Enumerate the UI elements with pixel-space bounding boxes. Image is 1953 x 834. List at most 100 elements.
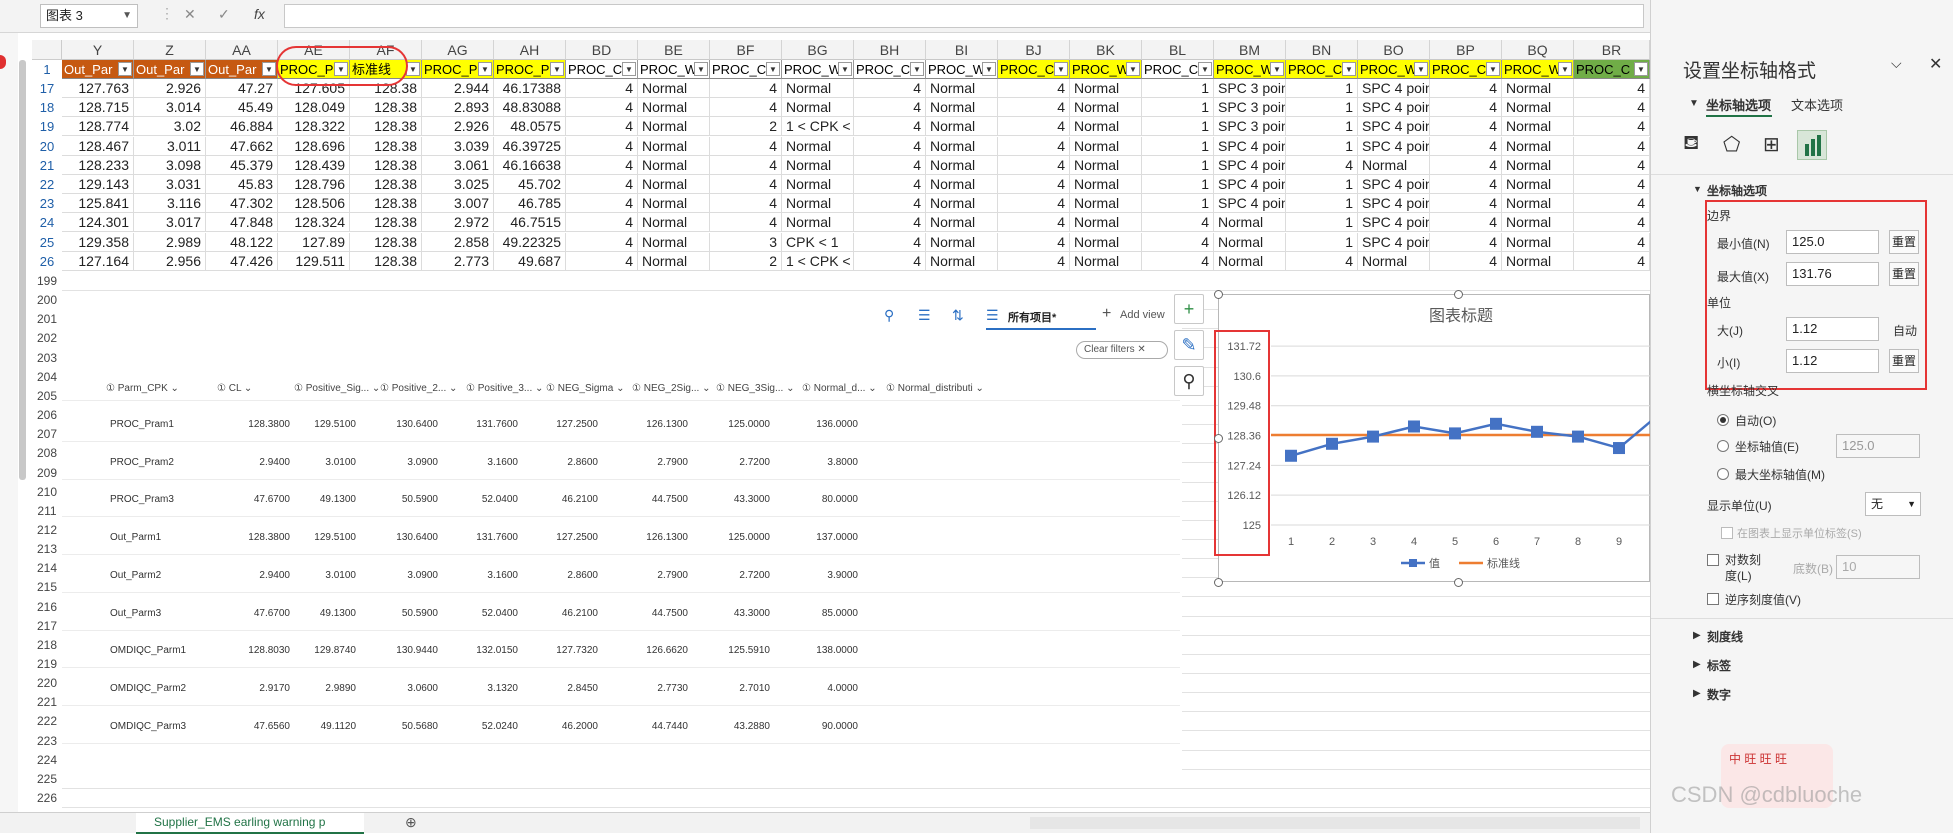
header-cell[interactable]: PROC_W ▼ bbox=[1358, 60, 1430, 79]
table-cell[interactable]: 4 bbox=[854, 155, 926, 175]
row-header[interactable]: 206 bbox=[32, 406, 62, 425]
table-cell[interactable]: 4 bbox=[1430, 213, 1502, 233]
table-cell[interactable]: 129.358 bbox=[62, 232, 134, 252]
table-cell[interactable]: 128.715 bbox=[62, 98, 134, 118]
filter-dropdown-icon[interactable]: ▼ bbox=[982, 62, 996, 76]
data-row-value[interactable]: 2.8600 bbox=[542, 570, 598, 581]
table-cell[interactable]: Normal bbox=[1070, 117, 1142, 137]
table-cell[interactable]: SPC 4 poin bbox=[1358, 175, 1430, 194]
table-cell[interactable]: 4 bbox=[566, 194, 638, 214]
row-header[interactable]: 18 bbox=[32, 98, 62, 117]
table-cell[interactable]: 127.164 bbox=[62, 251, 134, 271]
table-cell[interactable]: Normal bbox=[1502, 155, 1574, 175]
table-cell[interactable]: Normal bbox=[1358, 251, 1430, 271]
table-cell[interactable]: 3.039 bbox=[422, 136, 494, 156]
table-cell[interactable]: Normal bbox=[638, 232, 710, 252]
table-cell[interactable]: 2.893 bbox=[422, 98, 494, 118]
data-row-value[interactable]: 130.9440 bbox=[382, 645, 438, 656]
tab-text-options[interactable]: 文本选项 bbox=[1791, 95, 1843, 114]
table-cell[interactable]: 4 bbox=[998, 251, 1070, 271]
data-row-value[interactable]: 3.1600 bbox=[462, 457, 518, 468]
table-cell[interactable]: 128.233 bbox=[62, 155, 134, 175]
table-cell[interactable]: SPC 3 poin bbox=[1214, 79, 1286, 98]
table-cell[interactable]: 2.989 bbox=[134, 232, 206, 252]
table-cell[interactable]: SPC 4 poin bbox=[1358, 136, 1430, 156]
table-cell[interactable]: Normal bbox=[1502, 232, 1574, 252]
data-row-value[interactable]: 127.7320 bbox=[542, 645, 598, 656]
table-cell[interactable]: 3.031 bbox=[134, 175, 206, 194]
row-header[interactable]: 217 bbox=[32, 617, 62, 636]
table-cell[interactable]: Normal bbox=[1214, 213, 1286, 233]
table-cell[interactable]: 4 bbox=[998, 194, 1070, 214]
data-row-value[interactable]: 2.7200 bbox=[714, 457, 770, 468]
column-header[interactable]: BD bbox=[566, 40, 638, 60]
data-row-value[interactable]: 85.0000 bbox=[802, 608, 858, 619]
row-header[interactable]: 26 bbox=[32, 252, 62, 271]
table-cell[interactable]: 4 bbox=[566, 213, 638, 233]
data-row-name[interactable]: Out_Parm2 bbox=[110, 570, 161, 581]
log-scale-checkbox[interactable] bbox=[1707, 554, 1719, 566]
table-cell[interactable]: 46.17388 bbox=[494, 79, 566, 98]
table-cell[interactable]: 2.926 bbox=[422, 117, 494, 137]
table-cell[interactable]: Normal bbox=[1502, 251, 1574, 271]
data-row-value[interactable]: 130.6400 bbox=[382, 419, 438, 430]
table-cell[interactable]: Normal bbox=[638, 175, 710, 194]
header-cell[interactable]: PROC_C ▼ bbox=[710, 60, 782, 79]
column-header[interactable]: Y bbox=[62, 40, 134, 60]
data-row-name[interactable]: OMDIQC_Parm1 bbox=[110, 645, 186, 656]
data-row-value[interactable]: 126.1300 bbox=[632, 532, 688, 543]
table-cell[interactable]: 4 bbox=[998, 79, 1070, 98]
table-cell[interactable]: 3.02 bbox=[134, 117, 206, 137]
table-cell[interactable]: 4 bbox=[854, 136, 926, 156]
table-cell[interactable]: 3.025 bbox=[422, 175, 494, 194]
data-row-value[interactable]: 50.5900 bbox=[382, 608, 438, 619]
table-cell[interactable]: Normal bbox=[1502, 98, 1574, 118]
table-cell[interactable]: 4 bbox=[1430, 175, 1502, 194]
table-cell[interactable]: 4 bbox=[1574, 175, 1650, 194]
cross-value-radio[interactable] bbox=[1717, 440, 1729, 452]
filter-dropdown-icon[interactable]: ▼ bbox=[622, 62, 636, 76]
table-cell[interactable]: Normal bbox=[782, 136, 854, 156]
data-row-value[interactable]: 136.0000 bbox=[802, 419, 858, 430]
table-cell[interactable]: 4 bbox=[854, 175, 926, 194]
data-row-value[interactable]: 90.0000 bbox=[802, 721, 858, 732]
table-cell[interactable]: Normal bbox=[1502, 175, 1574, 194]
filter-dropdown-icon[interactable]: ▼ bbox=[1126, 62, 1140, 76]
table-cell[interactable]: Normal bbox=[1502, 117, 1574, 137]
table-cell[interactable]: 1 bbox=[1286, 136, 1358, 156]
table-cell[interactable]: SPC 4 poin bbox=[1214, 175, 1286, 194]
insert-function-icon[interactable]: fx bbox=[254, 6, 265, 22]
table-cell[interactable]: Normal bbox=[1070, 136, 1142, 156]
size-properties-icon[interactable]: ⊞ bbox=[1763, 132, 1780, 157]
table-cell[interactable]: 47.27 bbox=[206, 79, 278, 98]
table-cell[interactable]: Normal bbox=[926, 194, 998, 214]
data-row-value[interactable]: 125.5910 bbox=[714, 645, 770, 656]
table-cell[interactable]: 4 bbox=[710, 136, 782, 156]
table-cell[interactable]: 128.049 bbox=[278, 98, 350, 118]
data-column-header[interactable]: ① Parm_CPK ⌄ bbox=[106, 383, 179, 394]
data-row-value[interactable]: 46.2000 bbox=[542, 721, 598, 732]
table-cell[interactable]: 128.324 bbox=[278, 213, 350, 233]
data-column-header[interactable]: ① Normal_distributi ⌄ bbox=[886, 383, 984, 394]
table-cell[interactable]: 1 bbox=[1286, 98, 1358, 118]
table-cell[interactable]: 3.011 bbox=[134, 136, 206, 156]
table-cell[interactable]: 128.38 bbox=[350, 232, 422, 252]
table-cell[interactable]: Normal bbox=[926, 79, 998, 98]
row-header[interactable]: 22 bbox=[32, 175, 62, 194]
table-cell[interactable]: SPC 4 poin bbox=[1214, 136, 1286, 156]
row-header[interactable]: 215 bbox=[32, 578, 62, 597]
data-column-header[interactable]: ① NEG_3Sig... ⌄ bbox=[716, 383, 794, 394]
row-header[interactable]: 207 bbox=[32, 425, 62, 444]
data-row-name[interactable]: OMDIQC_Parm3 bbox=[110, 721, 186, 732]
enter-icon[interactable]: ✓ bbox=[218, 6, 230, 23]
column-header[interactable]: BI bbox=[926, 40, 998, 60]
data-row-value[interactable]: 2.9400 bbox=[234, 457, 290, 468]
table-cell[interactable]: 1 bbox=[1142, 155, 1214, 175]
reverse-checkbox[interactable] bbox=[1707, 593, 1719, 605]
table-cell[interactable]: 4 bbox=[1430, 155, 1502, 175]
data-row-value[interactable]: 137.0000 bbox=[802, 532, 858, 543]
table-cell[interactable]: 4 bbox=[1286, 155, 1358, 175]
header-cell[interactable]: Out_Par ▼ bbox=[206, 60, 278, 79]
table-cell[interactable]: 4 bbox=[854, 98, 926, 118]
table-cell[interactable]: Normal bbox=[638, 213, 710, 233]
